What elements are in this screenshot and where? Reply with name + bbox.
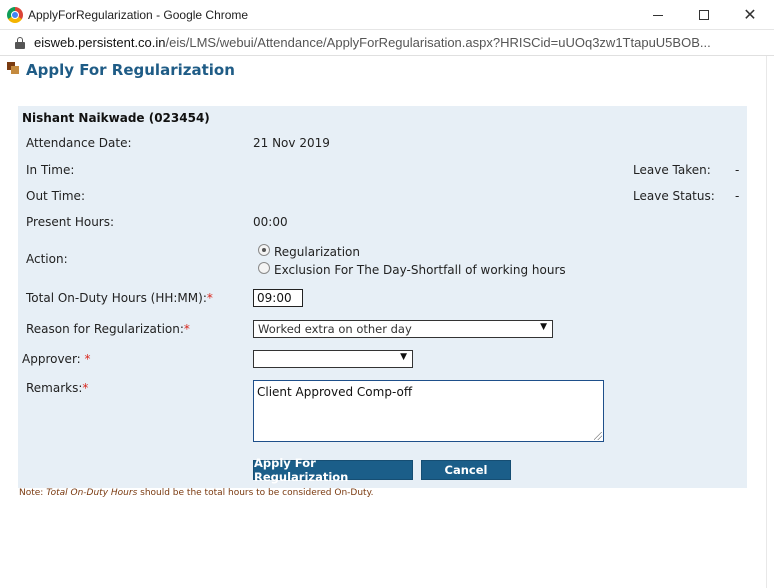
exclusion-radio-label[interactable]: Exclusion For The Day-Shortfall of worki… bbox=[274, 263, 566, 277]
note-emphasis: Total On-Duty Hours bbox=[46, 488, 138, 498]
apply-for-regularization-button[interactable]: Apply For Regularization bbox=[253, 456, 413, 484]
out-time-label: Out Time: bbox=[26, 189, 85, 203]
minimize-button[interactable] bbox=[635, 0, 681, 30]
window-title: ApplyForRegularization - Google Chrome bbox=[28, 8, 249, 22]
present-hours-value: 00:00 bbox=[253, 215, 288, 229]
minimize-icon bbox=[653, 14, 663, 16]
reason-label-text: Reason for Regularization: bbox=[26, 322, 184, 336]
maximize-icon bbox=[699, 10, 709, 20]
address-bar[interactable]: eisweb.persistent.co.in/eis/LMS/webui/At… bbox=[0, 30, 774, 56]
action-label: Action: bbox=[26, 252, 68, 266]
present-hours-label: Present Hours: bbox=[26, 215, 115, 229]
resize-handle-icon[interactable] bbox=[594, 432, 602, 440]
on-duty-hours-label: Total On-Duty Hours (HH:MM):* bbox=[26, 291, 213, 305]
required-marker: * bbox=[206, 291, 213, 305]
on-duty-hours-input[interactable]: 09:00 bbox=[253, 289, 303, 307]
regularization-radio[interactable] bbox=[258, 244, 270, 256]
regularization-form: Nishant Naikwade (023454) Attendance Dat… bbox=[18, 106, 747, 488]
leave-taken-value: - bbox=[735, 163, 740, 177]
remarks-label: Remarks:* bbox=[26, 381, 88, 395]
url-host: eisweb.persistent.co.in bbox=[34, 35, 166, 50]
close-icon: ✕ bbox=[743, 5, 757, 24]
remarks-textarea[interactable]: Client Approved Comp-off bbox=[253, 380, 604, 442]
reason-select[interactable]: Worked extra on other day ▼ bbox=[253, 320, 553, 338]
page-content: Apply For Regularization Nishant Naikwad… bbox=[0, 56, 774, 588]
chevron-down-icon: ▼ bbox=[400, 352, 407, 362]
required-marker: * bbox=[82, 381, 89, 395]
remarks-text: Client Approved Comp-off bbox=[257, 385, 413, 399]
approver-label-text: Approver: bbox=[22, 352, 81, 366]
url-text[interactable]: eisweb.persistent.co.in/eis/LMS/webui/At… bbox=[34, 35, 764, 50]
note-suffix: should be the total hours to be consider… bbox=[137, 488, 374, 498]
regularization-radio-label[interactable]: Regularization bbox=[274, 245, 360, 259]
page-title-icon bbox=[7, 62, 19, 74]
vertical-scrollbar[interactable] bbox=[766, 56, 774, 588]
attendance-date-label: Attendance Date: bbox=[26, 136, 132, 150]
window-titlebar: ApplyForRegularization - Google Chrome ✕ bbox=[0, 0, 774, 30]
cancel-button[interactable]: Cancel bbox=[421, 460, 511, 480]
attendance-date-value: 21 Nov 2019 bbox=[253, 136, 330, 150]
page-title: Apply For Regularization bbox=[26, 61, 235, 79]
on-duty-hours-label-text: Total On-Duty Hours (HH:MM): bbox=[26, 291, 207, 305]
required-marker: * bbox=[183, 322, 190, 336]
in-time-label: In Time: bbox=[26, 163, 75, 177]
approver-select[interactable]: ▼ bbox=[253, 350, 413, 368]
reason-select-value: Worked extra on other day bbox=[258, 322, 412, 336]
chevron-down-icon: ▼ bbox=[540, 322, 547, 332]
approver-label: Approver: * bbox=[22, 352, 91, 366]
required-marker: * bbox=[84, 352, 91, 366]
note-text: Note: Total On-Duty Hours should be the … bbox=[19, 488, 373, 498]
employee-name: Nishant Naikwade (023454) bbox=[22, 111, 210, 125]
maximize-button[interactable] bbox=[681, 0, 727, 30]
url-path: /eis/LMS/webui/Attendance/ApplyForRegula… bbox=[165, 35, 711, 50]
close-button[interactable]: ✕ bbox=[727, 0, 773, 30]
lock-icon[interactable] bbox=[15, 37, 25, 49]
remarks-label-text: Remarks: bbox=[26, 381, 83, 395]
leave-status-value: - bbox=[735, 189, 740, 203]
chrome-logo-icon bbox=[7, 7, 23, 23]
leave-taken-label: Leave Taken: bbox=[633, 163, 711, 177]
leave-status-label: Leave Status: bbox=[633, 189, 715, 203]
exclusion-radio[interactable] bbox=[258, 262, 270, 274]
note-prefix: Note: bbox=[19, 488, 47, 498]
reason-label: Reason for Regularization:* bbox=[26, 322, 190, 336]
